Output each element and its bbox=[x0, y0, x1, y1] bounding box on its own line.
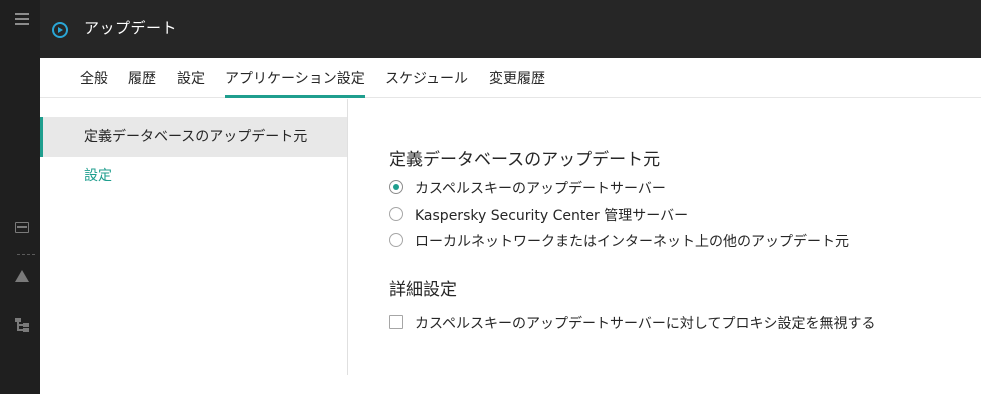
tab-general[interactable]: 全般 bbox=[80, 68, 108, 98]
tab-bar: 全般 履歴 設定 アプリケーション設定 スケジュール 変更履歴 bbox=[40, 58, 981, 98]
source-option-label: カスペルスキーのアップデートサーバー bbox=[415, 181, 666, 197]
tab-history[interactable]: 履歴 bbox=[128, 68, 156, 98]
radio-button[interactable] bbox=[389, 207, 403, 221]
settings-sidebar: 定義データベースのアップデート元 設定 bbox=[40, 99, 348, 375]
warning-icon[interactable] bbox=[15, 270, 29, 282]
section-title: 定義データベースのアップデート元 bbox=[389, 150, 661, 170]
tab-application-settings[interactable]: アプリケーション設定 bbox=[225, 68, 365, 98]
ignore-proxy-label: カスペルスキーのアップデートサーバーに対してプロキシ設定を無視する bbox=[415, 316, 876, 332]
page-title: アップデート bbox=[84, 19, 178, 37]
source-option-label: Kaspersky Security Center 管理サーバー bbox=[415, 208, 689, 224]
advanced-settings-title: 詳細設定 bbox=[389, 280, 457, 300]
source-option-label: ローカルネットワークまたはインターネット上の他のアップデート元 bbox=[415, 234, 849, 250]
tab-change-history[interactable]: 変更履歴 bbox=[489, 68, 545, 98]
tab-schedule[interactable]: スケジュール bbox=[385, 68, 468, 98]
sidebar-item-settings[interactable]: 設定 bbox=[40, 157, 347, 195]
tree-icon[interactable] bbox=[15, 318, 29, 332]
rail-divider bbox=[17, 254, 35, 255]
radio-button[interactable] bbox=[389, 233, 403, 247]
sidebar-item-update-source[interactable]: 定義データベースのアップデート元 bbox=[40, 117, 347, 157]
page-header: アップデート bbox=[40, 0, 981, 58]
list-icon[interactable] bbox=[15, 222, 29, 233]
radio-button[interactable] bbox=[389, 180, 403, 194]
back-icon[interactable] bbox=[52, 22, 68, 38]
tab-settings[interactable]: 設定 bbox=[177, 68, 205, 98]
menu-icon[interactable] bbox=[15, 13, 29, 27]
left-rail bbox=[0, 0, 40, 394]
ignore-proxy-checkbox[interactable] bbox=[389, 315, 403, 329]
